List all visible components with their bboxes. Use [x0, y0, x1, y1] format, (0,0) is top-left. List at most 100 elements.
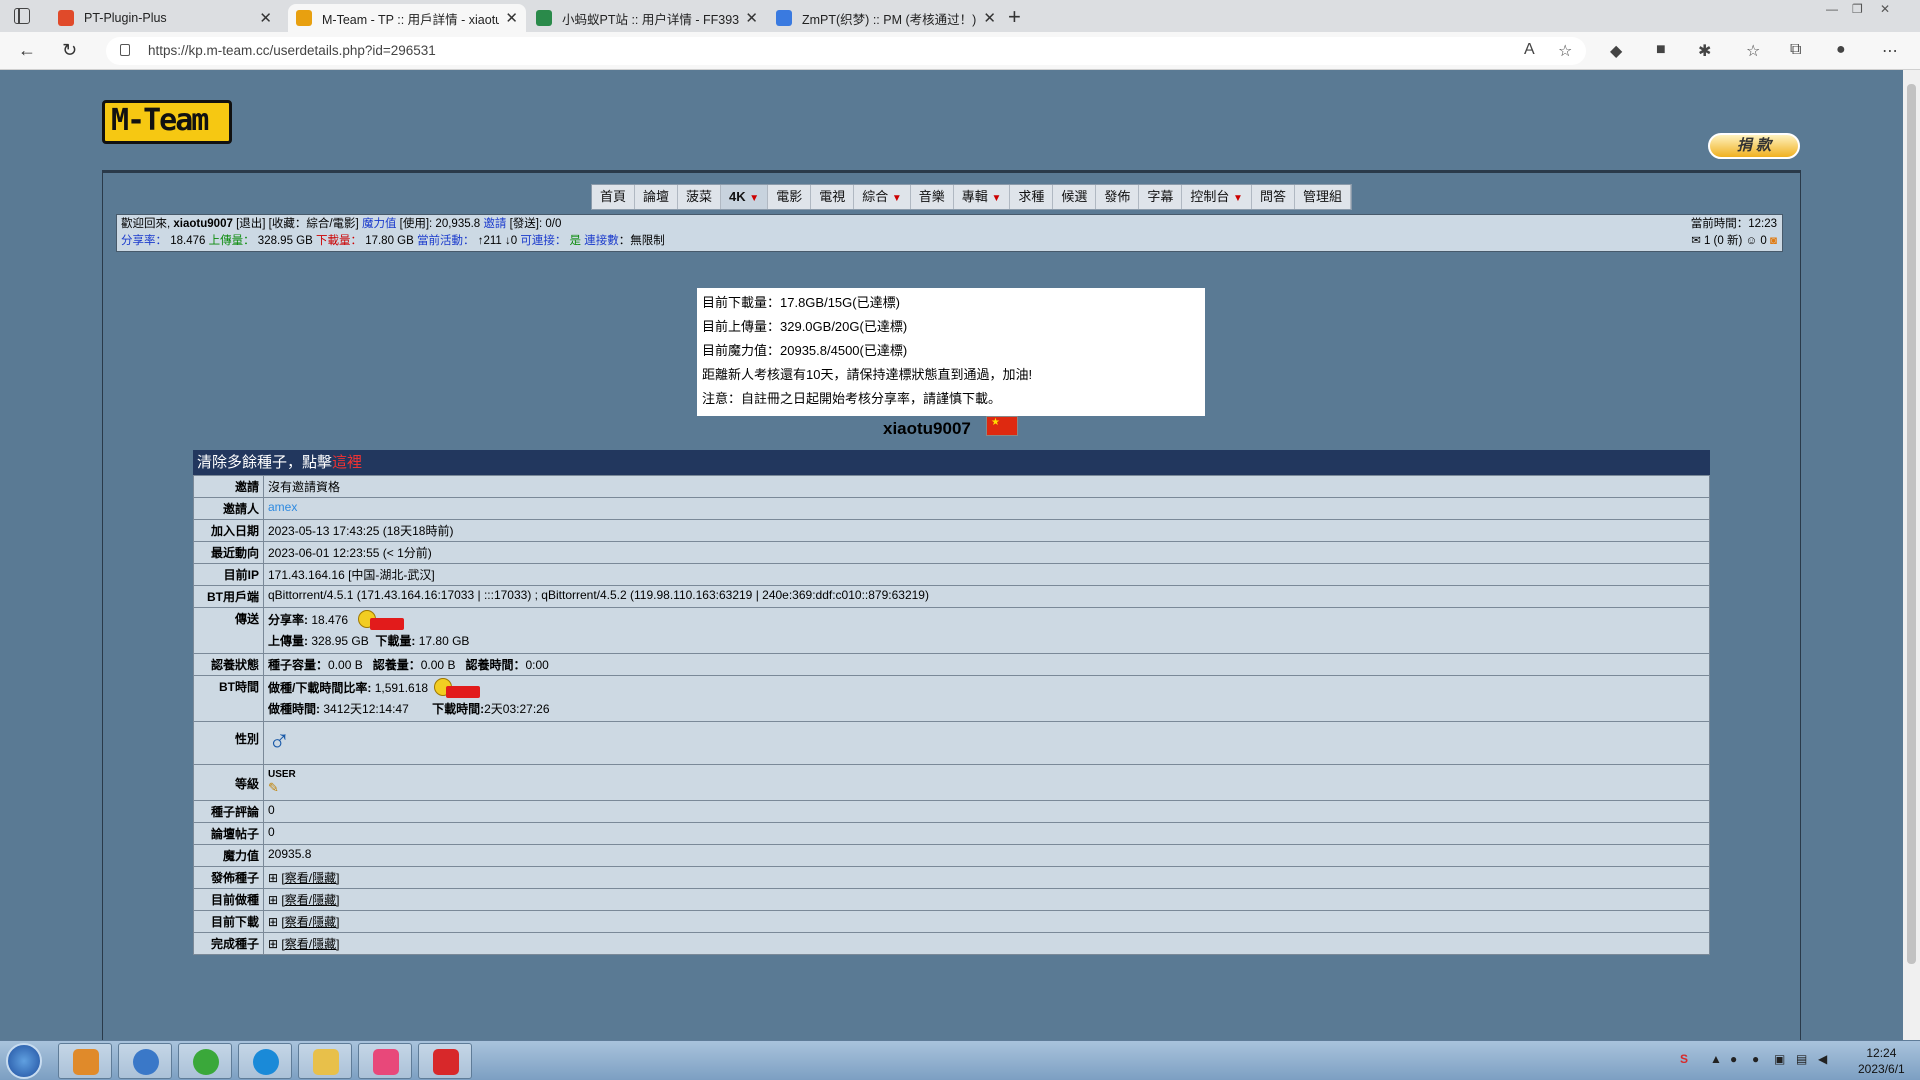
- tray-app-icon[interactable]: ●: [1730, 1052, 1737, 1066]
- site-logo[interactable]: M-Team: [102, 100, 232, 144]
- magic-used: [使用]: 20,935.8: [399, 218, 481, 230]
- nav-albums[interactable]: 專輯 ▼: [953, 185, 1011, 209]
- adopt-time-label: 認養時間：: [465, 658, 526, 672]
- expand-icon[interactable]: ⊞: [268, 937, 278, 951]
- refresh-button[interactable]: ↻: [62, 40, 77, 61]
- nav-movies[interactable]: 電影: [768, 185, 812, 209]
- toggle-link[interactable]: [察看/隱藏]: [281, 937, 339, 951]
- nav-music[interactable]: 音樂: [910, 185, 954, 209]
- tab-pt-plugin-plus[interactable]: PT-Plugin-Plus ✕: [50, 4, 280, 32]
- tray-app-icon[interactable]: ●: [1752, 1052, 1759, 1066]
- scrollbar-thumb[interactable]: [1907, 84, 1916, 964]
- nav-upload[interactable]: 發佈: [1096, 185, 1140, 209]
- avatar[interactable]: ●: [1836, 41, 1846, 59]
- wps-icon: [433, 1049, 459, 1075]
- expand-icon[interactable]: ⊞: [268, 893, 278, 907]
- more-menu-icon[interactable]: ⋯: [1882, 41, 1898, 61]
- read-aloud-icon[interactable]: A: [1524, 41, 1535, 59]
- tab-zmpt[interactable]: ZmPT(织梦) :: PM (考核通过！) - ✕: [768, 4, 1004, 32]
- vertical-scrollbar[interactable]: [1903, 70, 1920, 1040]
- start-button[interactable]: [6, 1043, 42, 1079]
- toggle-link[interactable]: [察看/隱藏]: [281, 893, 339, 907]
- extension-icon[interactable]: ◆: [1610, 41, 1622, 61]
- clean-link[interactable]: 這裡: [332, 454, 362, 471]
- nav-staff[interactable]: 管理組: [1294, 185, 1351, 209]
- tab-ant-pt[interactable]: 小蚂蚁PT站 :: 用户详情 - FF3937 ✕: [528, 4, 766, 32]
- app-icon: [193, 1049, 219, 1075]
- tab-m-team[interactable]: M-Team - TP :: 用戶詳情 - xiaotu ✕: [288, 4, 526, 32]
- current-time: 當前時間：12:23: [1690, 218, 1777, 230]
- favorites-icon[interactable]: ☆: [1746, 41, 1760, 61]
- expand-icon[interactable]: ⊞: [268, 915, 278, 929]
- notice-line: 目前上傳量：329.0GB/20G(已達標): [702, 319, 908, 334]
- nav-requests[interactable]: 求種: [1010, 185, 1054, 209]
- nav-faq[interactable]: 問答: [1251, 185, 1295, 209]
- network-icon[interactable]: ▤: [1796, 1052, 1807, 1066]
- outbox-link[interactable]: ☺ 0: [1746, 235, 1767, 247]
- connections-value: ：無限制: [618, 235, 665, 247]
- donate-button[interactable]: 捐 款: [1708, 133, 1800, 159]
- user-class-icon: ✎: [268, 780, 279, 795]
- notice-line: 目前下載量：17.8GB/15G(已達標): [702, 295, 900, 310]
- minimize-button[interactable]: —: [1826, 2, 1838, 16]
- expand-icon[interactable]: ⊞: [268, 871, 278, 885]
- nav-4k[interactable]: 4K ▼: [721, 185, 769, 209]
- taskbar-qbittorrent-button[interactable]: [118, 1043, 172, 1079]
- toggle-link[interactable]: [察看/隱藏]: [281, 871, 339, 885]
- clock-date: 2023/6/1: [1858, 1062, 1905, 1076]
- magic-link[interactable]: 魔力值: [362, 218, 397, 230]
- taskbar-wps-button[interactable]: [418, 1043, 472, 1079]
- inviter-link[interactable]: amex: [268, 500, 297, 514]
- new-tab-button[interactable]: +: [1008, 4, 1021, 30]
- nav-forum[interactable]: 論壇: [635, 185, 679, 209]
- adopt-amount-label: 認養量：: [372, 658, 421, 672]
- nav-candidates[interactable]: 候選: [1053, 185, 1097, 209]
- extensions-puzzle-icon[interactable]: ✱: [1698, 41, 1711, 61]
- taskbar-edge-button[interactable]: [238, 1043, 292, 1079]
- taskbar-app-button[interactable]: [58, 1043, 112, 1079]
- volume-icon[interactable]: ◀: [1818, 1052, 1827, 1066]
- active-label: 當前活動：: [416, 235, 475, 247]
- info-username[interactable]: xiaotu9007: [173, 218, 232, 230]
- url-field[interactable]: https://kp.m-team.cc/userdetails.php?id=…: [106, 37, 1586, 65]
- ime-icon[interactable]: S: [1680, 1052, 1688, 1066]
- upload-label: 上傳量：: [208, 235, 255, 247]
- close-icon[interactable]: ✕: [259, 9, 272, 27]
- extension-icon[interactable]: ■: [1656, 41, 1666, 59]
- nav-general[interactable]: 綜合 ▼: [854, 185, 911, 209]
- nav-subtitles[interactable]: 字幕: [1139, 185, 1183, 209]
- close-icon[interactable]: ✕: [983, 9, 996, 27]
- close-icon[interactable]: ✕: [505, 9, 518, 27]
- favorite-star-icon[interactable]: ☆: [1558, 41, 1572, 61]
- taskbar-app-button[interactable]: [358, 1043, 412, 1079]
- toggle-link[interactable]: [察看/隱藏]: [281, 915, 339, 929]
- nav-tv[interactable]: 電視: [811, 185, 855, 209]
- collections-icon[interactable]: ⧉: [1790, 41, 1801, 59]
- taskbar-explorer-button[interactable]: [298, 1043, 352, 1079]
- plugin-icon: [58, 10, 74, 26]
- row-header: 魔力值: [193, 844, 264, 867]
- url-text: https://kp.m-team.cc/userdetails.php?id=…: [148, 43, 436, 58]
- tray-expand-icon[interactable]: ▲: [1710, 1052, 1722, 1066]
- restore-button[interactable]: ❐: [1852, 2, 1863, 16]
- assessment-notice: 目前下載量：17.8GB/15G(已達標) 目前上傳量：329.0GB/20G(…: [697, 288, 1205, 416]
- close-icon[interactable]: ✕: [745, 9, 758, 27]
- rss-icon[interactable]: ◙: [1770, 235, 1777, 247]
- back-button[interactable]: ←: [18, 40, 36, 61]
- download-label: 下載量：: [315, 235, 362, 247]
- nav-control-panel[interactable]: 控制台 ▼: [1182, 185, 1252, 209]
- taskbar-clock[interactable]: 12:24 2023/6/1: [1858, 1045, 1905, 1077]
- inbox-link[interactable]: ✉ 1 (0 新): [1691, 235, 1742, 247]
- nav-home[interactable]: 首頁: [592, 185, 636, 209]
- info-line-1: 歡迎回來, xiaotu9007 [退出] [收藏：綜合/電影] 魔力值 [使用…: [121, 216, 1778, 233]
- tray-app-icon[interactable]: ▣: [1774, 1052, 1785, 1066]
- window-close-button[interactable]: ✕: [1880, 2, 1890, 16]
- logout-link[interactable]: [退出]: [236, 218, 265, 230]
- invite-link[interactable]: 邀請: [483, 218, 506, 230]
- taskbar-app-button[interactable]: [178, 1043, 232, 1079]
- nav-spinach[interactable]: 菠菜: [678, 185, 722, 209]
- table-row: 完成種子 ⊞ [察看/隱藏]: [193, 932, 1710, 955]
- table-row: 最近動向 2023-06-01 12:23:55 (< 1分前): [193, 541, 1710, 564]
- favorites-link[interactable]: [收藏：綜合/電影]: [269, 218, 359, 230]
- tab-actions-icon[interactable]: [14, 8, 30, 24]
